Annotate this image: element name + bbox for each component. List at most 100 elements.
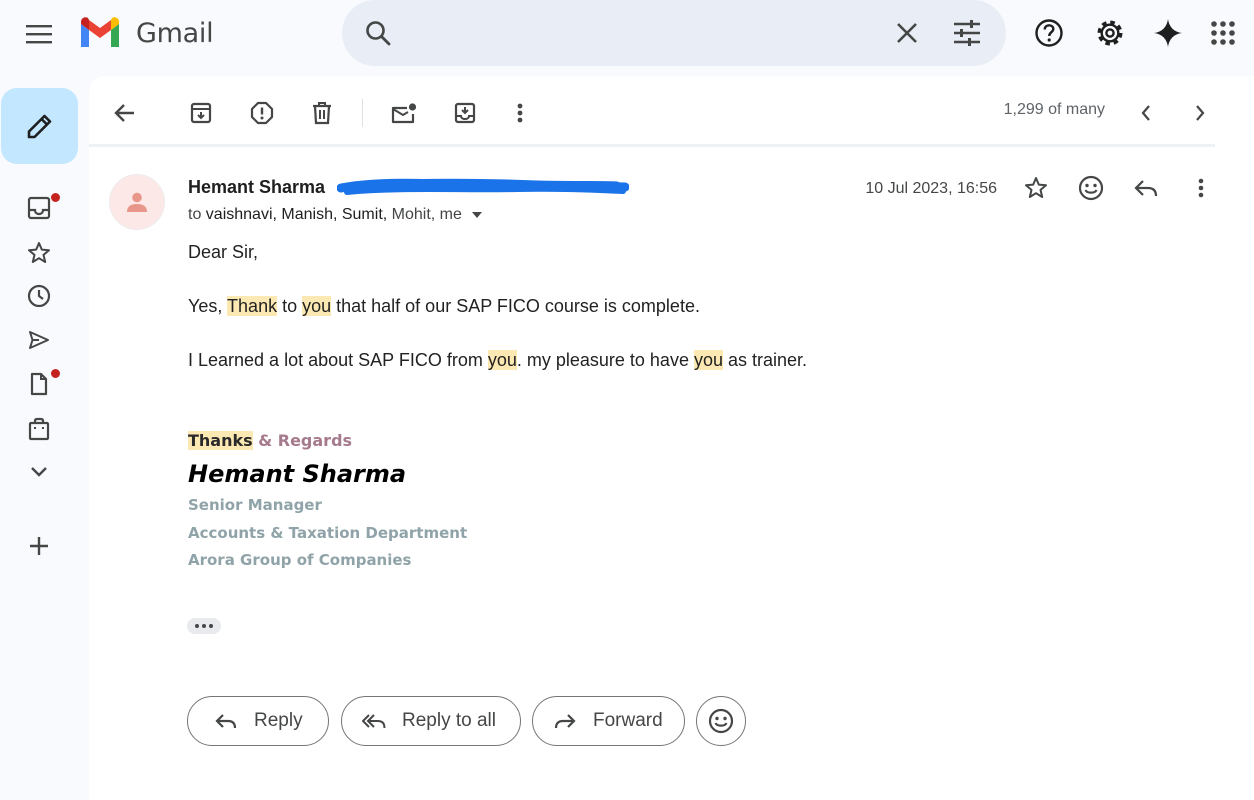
chevron-right-icon xyxy=(1196,105,1205,121)
search-bar xyxy=(342,0,1006,66)
redaction-scribble xyxy=(337,178,629,195)
recipients-rest: Mohit, me xyxy=(387,206,462,223)
search-button[interactable] xyxy=(362,17,394,49)
search-highlight: you xyxy=(693,350,723,370)
reply-icon xyxy=(215,714,237,729)
body-line-1: Yes, Thank to you that half of our SAP F… xyxy=(188,296,700,317)
plus-icon xyxy=(30,537,48,555)
send-icon xyxy=(29,331,49,349)
reply-button[interactable]: Reply xyxy=(187,696,329,746)
apps-grid-icon xyxy=(1211,21,1235,45)
tune-icon xyxy=(954,20,980,46)
reply-icon xyxy=(1134,180,1158,197)
ellipsis-dot xyxy=(195,624,199,628)
more-vert-icon xyxy=(517,103,523,123)
forward-button[interactable]: Forward xyxy=(532,696,685,746)
create-label-button[interactable] xyxy=(22,529,56,563)
gear-icon xyxy=(1097,20,1123,46)
recipients-primary: vaishnavi, Manish, Sumit, xyxy=(205,206,388,223)
signature-thanks: Thanks xyxy=(188,431,253,450)
gmail-logo[interactable]: Gmail xyxy=(78,16,214,50)
more-actions-button[interactable] xyxy=(503,96,537,130)
delete-button[interactable] xyxy=(305,96,339,130)
recipients-prefix: to xyxy=(188,206,206,223)
sidebar-item-starred[interactable] xyxy=(22,236,56,270)
move-to-button[interactable] xyxy=(448,96,482,130)
sidebar-item-snoozed[interactable] xyxy=(22,279,56,313)
sidebar-more-button[interactable] xyxy=(22,455,56,489)
pencil-icon xyxy=(27,114,51,139)
message-view: 1,299 of many Hemant Sharma to vaishnavi… xyxy=(89,76,1254,800)
star-icon xyxy=(28,242,50,263)
search-icon xyxy=(366,21,391,46)
search-highlight: you xyxy=(487,350,517,370)
clock-icon xyxy=(27,284,51,308)
move-to-inbox-icon xyxy=(454,102,476,124)
older-button[interactable] xyxy=(1183,96,1217,130)
compose-button[interactable] xyxy=(1,88,78,164)
reply-button-label: Reply xyxy=(254,710,303,731)
search-highlight: you xyxy=(302,296,332,316)
support-button[interactable] xyxy=(1032,16,1066,50)
sender-avatar[interactable] xyxy=(109,174,165,230)
sidebar-item-purchases[interactable] xyxy=(22,412,56,446)
sparkle-icon xyxy=(1154,19,1182,47)
recipients-line[interactable]: to vaishnavi, Manish, Sumit, Mohit, me xyxy=(188,206,483,224)
archive-button[interactable] xyxy=(184,96,218,130)
toolbar-divider xyxy=(362,99,363,127)
apps-button[interactable] xyxy=(1206,16,1240,50)
star-outline-icon xyxy=(1025,177,1047,198)
pagination-count: 1,299 of many xyxy=(1003,101,1105,118)
app-title: Gmail xyxy=(136,17,214,49)
reply-all-button[interactable]: Reply to all xyxy=(341,696,521,746)
person-icon xyxy=(127,192,147,212)
inbox-icon xyxy=(27,196,51,220)
message-more-button[interactable] xyxy=(1184,171,1218,205)
toolbar-bottom-border xyxy=(89,144,1215,147)
settings-button[interactable] xyxy=(1093,16,1127,50)
back-button[interactable] xyxy=(108,96,142,130)
search-highlight: Thank xyxy=(227,296,278,316)
arrow-back-icon xyxy=(114,104,134,122)
draft-file-icon xyxy=(30,372,48,396)
search-options-button[interactable] xyxy=(951,17,983,49)
caret-down-icon[interactable] xyxy=(471,211,483,219)
show-trimmed-content-button[interactable] xyxy=(187,618,221,634)
signature-title: Senior Manager xyxy=(188,496,322,514)
signature-company: Arora Group of Companies xyxy=(188,551,412,569)
signature-department: Accounts & Taxation Department xyxy=(188,524,468,542)
search-input[interactable] xyxy=(406,18,886,48)
sidebar-item-sent[interactable] xyxy=(22,323,56,357)
ellipsis-dot xyxy=(209,624,213,628)
sender-name[interactable]: Hemant Sharma xyxy=(188,177,325,198)
body-text: I Learned a lot about SAP FICO from xyxy=(188,350,488,370)
body-line-2: I Learned a lot about SAP FICO from you.… xyxy=(188,350,807,371)
star-button[interactable] xyxy=(1019,171,1053,205)
shopping-bag-icon xyxy=(28,417,50,441)
body-text: that half of our SAP FICO course is comp… xyxy=(331,296,700,316)
report-spam-button[interactable] xyxy=(245,96,279,130)
clear-search-button[interactable] xyxy=(891,17,923,49)
signature-name: Hemant Sharma xyxy=(188,460,407,488)
trash-icon xyxy=(313,102,331,125)
newer-button[interactable] xyxy=(1129,96,1163,130)
message-date: 10 Jul 2023, 16:56 xyxy=(865,180,997,197)
signature-regards: & Regards xyxy=(252,431,353,450)
emoji-reaction-button[interactable] xyxy=(696,696,746,746)
spam-alert-icon xyxy=(250,101,274,125)
mark-unread-button[interactable] xyxy=(387,96,421,130)
archive-icon xyxy=(190,102,212,124)
close-icon xyxy=(897,23,917,43)
more-vert-icon xyxy=(1198,178,1204,198)
forward-icon xyxy=(554,714,576,729)
main-menu-button[interactable] xyxy=(22,19,56,49)
gemini-button[interactable] xyxy=(1151,16,1185,50)
body-text: to xyxy=(277,296,303,316)
reply-icon-button[interactable] xyxy=(1129,171,1163,205)
body-text: as trainer. xyxy=(722,350,808,370)
body-text: Yes, xyxy=(188,296,228,316)
mark-unread-icon xyxy=(391,103,417,124)
chevron-left-icon xyxy=(1141,105,1150,121)
add-reaction-button[interactable] xyxy=(1074,171,1108,205)
body-text: . my pleasure to have xyxy=(516,350,694,370)
